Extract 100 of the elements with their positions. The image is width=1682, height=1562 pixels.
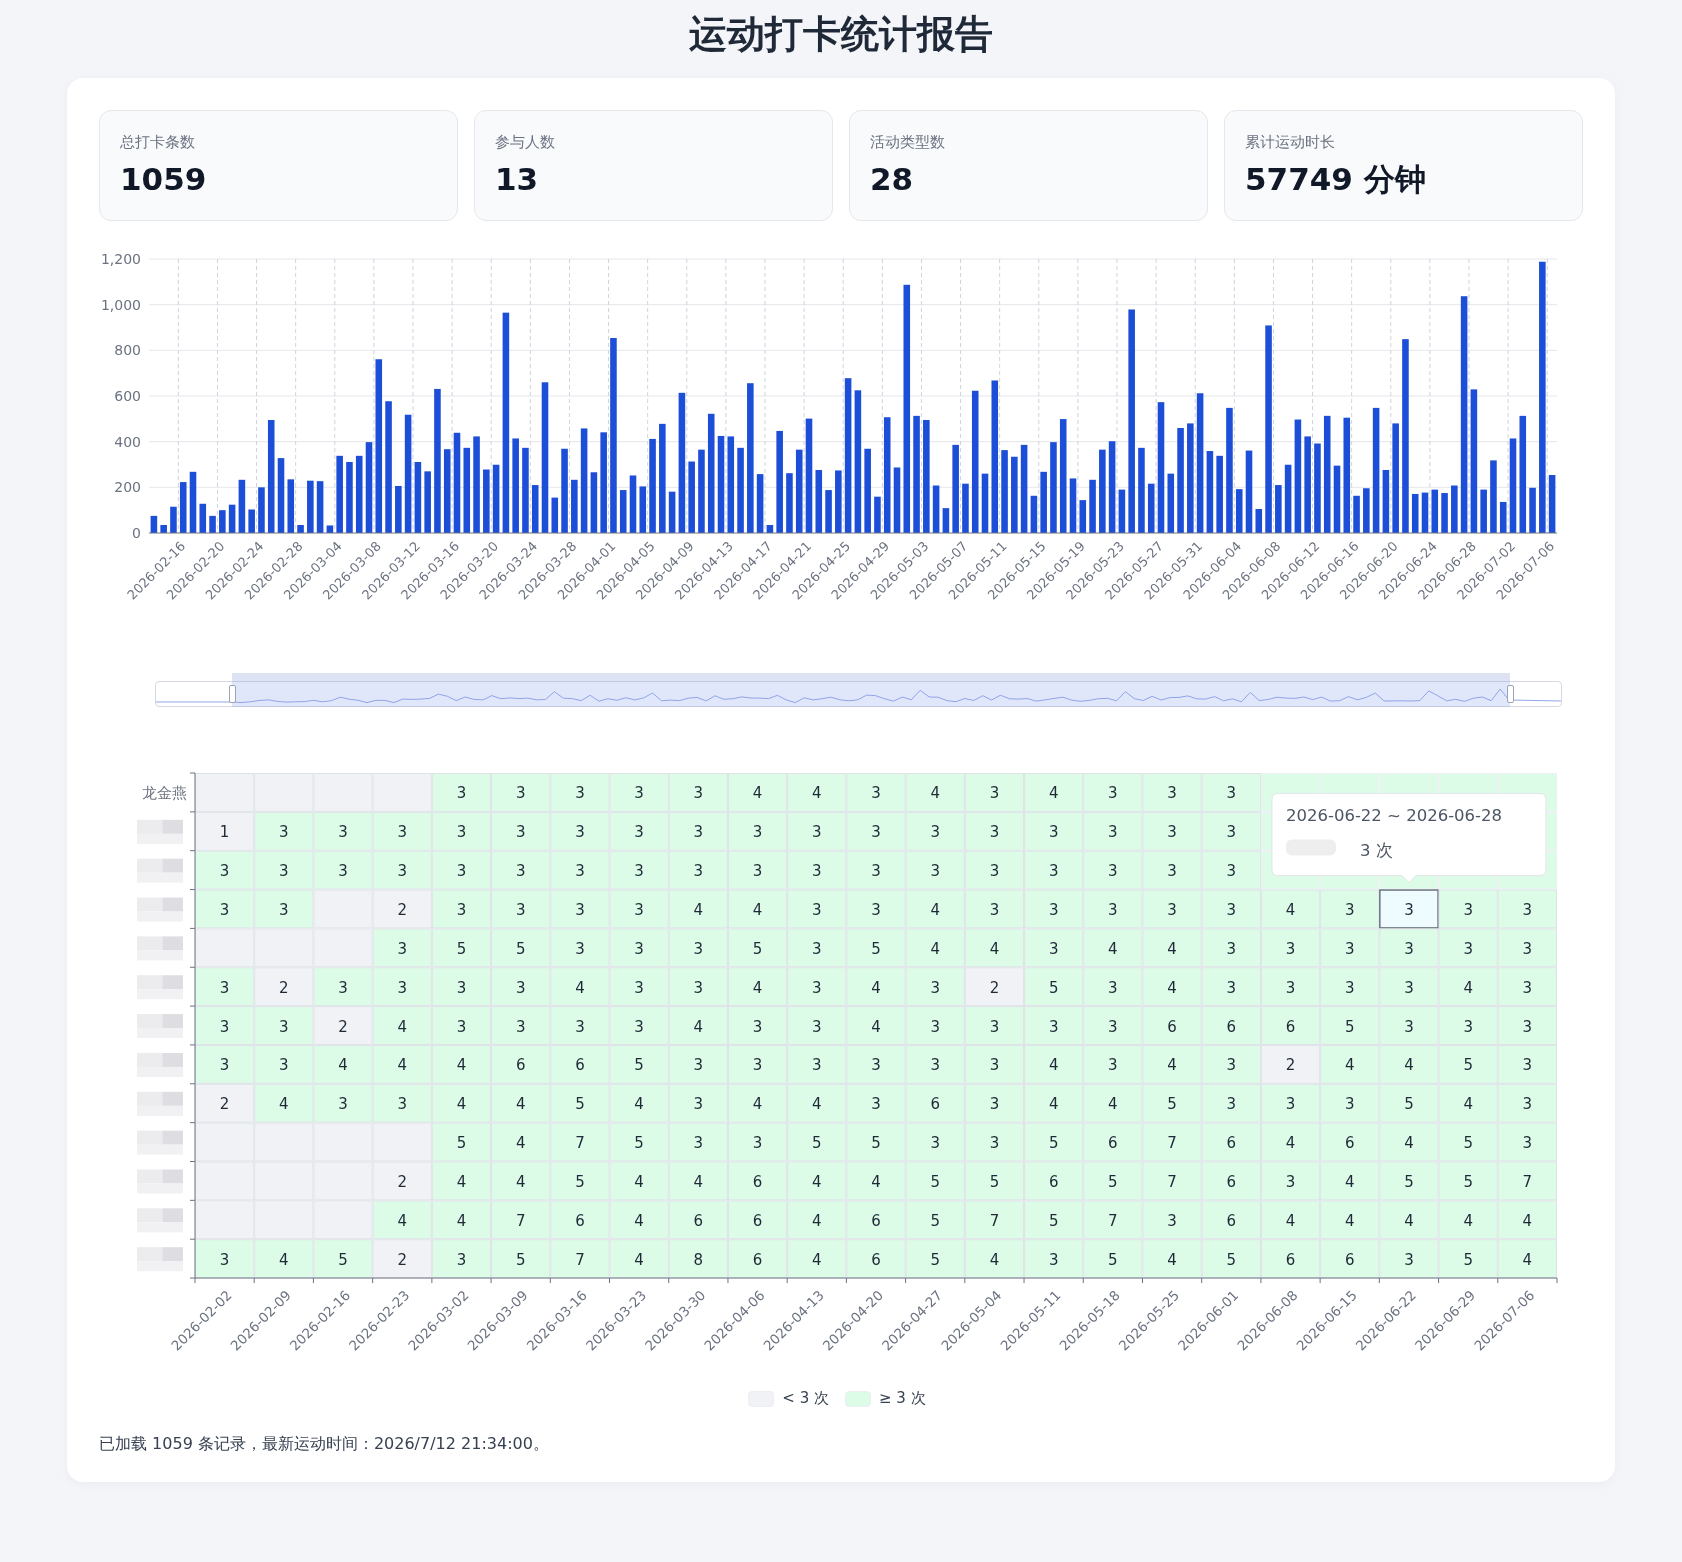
cell-value: 6 <box>575 1056 585 1075</box>
cell-value: 4 <box>634 1173 644 1192</box>
cell-value: 5 <box>1404 1095 1414 1114</box>
cell-value: 5 <box>456 1134 467 1153</box>
stat-value: 13 <box>495 161 540 199</box>
cell-value: 4 <box>515 1095 526 1114</box>
cell-value: 3 <box>752 1134 763 1153</box>
cell-value: 5 <box>515 940 526 959</box>
cell-value: 3 <box>693 784 704 803</box>
cell-value: 4 <box>930 784 940 803</box>
cell-value: 3 <box>634 979 644 998</box>
cell-value: 3 <box>1108 1018 1118 1036</box>
cell-value: 6 <box>1108 1134 1118 1153</box>
cell-value: 7 <box>989 1212 1000 1231</box>
cell-value: 3 <box>279 1018 289 1036</box>
cell-value: 3 <box>752 1056 763 1075</box>
cell-value: 3 <box>1226 862 1237 881</box>
cell-value: 3 <box>752 1018 763 1036</box>
cell-value: 4 <box>456 1056 467 1075</box>
cell-value: 3 <box>515 1018 526 1036</box>
cell-value: 3 <box>1344 901 1355 920</box>
cell-value: 3 <box>219 1251 230 1270</box>
cell-value: 4 <box>634 1095 644 1114</box>
cell-value: 3 <box>634 784 644 803</box>
cell-value: 3 <box>456 979 467 998</box>
cell-value: 5 <box>338 1251 348 1270</box>
cell-value: 4 <box>1344 1212 1355 1231</box>
cell-value: 3 <box>279 901 289 920</box>
cell-value: 6 <box>930 1095 940 1114</box>
cell-value: 3 <box>397 979 408 998</box>
cell-value: 5 <box>1463 1056 1473 1075</box>
cell-value: 4 <box>1522 1251 1533 1270</box>
cell-value: 5 <box>1463 1173 1473 1192</box>
cell-value: 3 <box>575 1018 585 1036</box>
cell-value: 3 <box>1048 1251 1059 1270</box>
cell-value: 3 <box>515 979 526 998</box>
cell-value: 3 <box>871 862 881 881</box>
cell-value: 4 <box>1463 979 1473 998</box>
cell-value: 3 <box>1344 940 1355 959</box>
cell-value: 2 <box>279 979 289 998</box>
cell-value: 4 <box>930 901 940 920</box>
cell-value: 3 <box>1404 940 1414 959</box>
cell-value: 3 <box>989 1095 1000 1114</box>
cell-value: 5 <box>989 1173 1000 1192</box>
cell-value: 3 <box>930 979 940 998</box>
axis-label: 200 <box>114 479 141 496</box>
axis-label: 400 <box>114 434 141 451</box>
stat-label: 活动类型数 <box>870 131 946 153</box>
cell-value: 3 <box>634 862 644 881</box>
cell-value: 7 <box>1522 1173 1533 1192</box>
cell-value: 3 <box>1522 1134 1533 1153</box>
cell-value: 6 <box>575 1212 585 1231</box>
cell-value: 3 <box>1522 901 1533 920</box>
cell-value: 8 <box>693 1251 704 1270</box>
cell-value: 4 <box>930 940 940 959</box>
cell-value: 3 <box>279 862 289 881</box>
cell-value: 3 <box>1404 979 1414 998</box>
cell-value: 3 <box>871 784 881 803</box>
cell-value: 4 <box>812 784 822 803</box>
cell-value: 3 <box>575 823 585 842</box>
cell-value: 2 <box>397 1251 408 1270</box>
tooltip-value: 3 次 <box>1359 841 1393 861</box>
cell-value: 3 <box>1167 862 1177 881</box>
cell-value: 3 <box>693 940 704 959</box>
cell-value: 3 <box>634 901 644 920</box>
cell-value: 5 <box>575 1173 585 1192</box>
cell-value: 4 <box>1048 1056 1059 1075</box>
cell-value: 3 <box>219 901 230 920</box>
cell-value: 5 <box>1463 1251 1473 1270</box>
cell-value: 3 <box>1404 901 1414 920</box>
cell-value: 3 <box>930 823 940 842</box>
cell-value: 3 <box>812 940 822 959</box>
cell-value: 4 <box>1344 1173 1355 1192</box>
cell-value: 4 <box>338 1056 348 1075</box>
cell-value: 3 <box>812 901 822 920</box>
cell-value: 5 <box>1226 1251 1237 1270</box>
cell-value: 5 <box>1108 1251 1118 1270</box>
cell-value: 3 <box>1226 1056 1237 1075</box>
cell-value: 3 <box>693 1095 704 1114</box>
cell-value: 3 <box>812 979 822 998</box>
cell-value: 4 <box>1344 1056 1355 1075</box>
axis-label: 1,200 <box>100 251 141 268</box>
cell-value: 4 <box>1167 1056 1177 1075</box>
cell-value: 3 <box>930 1134 940 1153</box>
cell-value: 5 <box>1048 1134 1059 1153</box>
cell-value: 5 <box>1167 1095 1177 1114</box>
cell-value: 4 <box>279 1251 289 1270</box>
cell-value: 5 <box>456 940 467 959</box>
cell-value: 4 <box>1463 1212 1473 1231</box>
cell-value: 3 <box>397 823 408 842</box>
cell-value: 3 <box>812 1018 822 1036</box>
cell-value: 6 <box>1344 1134 1355 1153</box>
cell-value: 3 <box>1522 940 1533 959</box>
cell-value: 4 <box>1167 1251 1177 1270</box>
cell-value: 3 <box>515 823 526 842</box>
cell-value: 3 <box>1048 901 1059 920</box>
cell-value: 5 <box>634 1134 644 1153</box>
cell-value: 3 <box>812 1056 822 1075</box>
cell-value: 5 <box>812 1134 822 1153</box>
cell-value: 4 <box>812 1095 822 1114</box>
